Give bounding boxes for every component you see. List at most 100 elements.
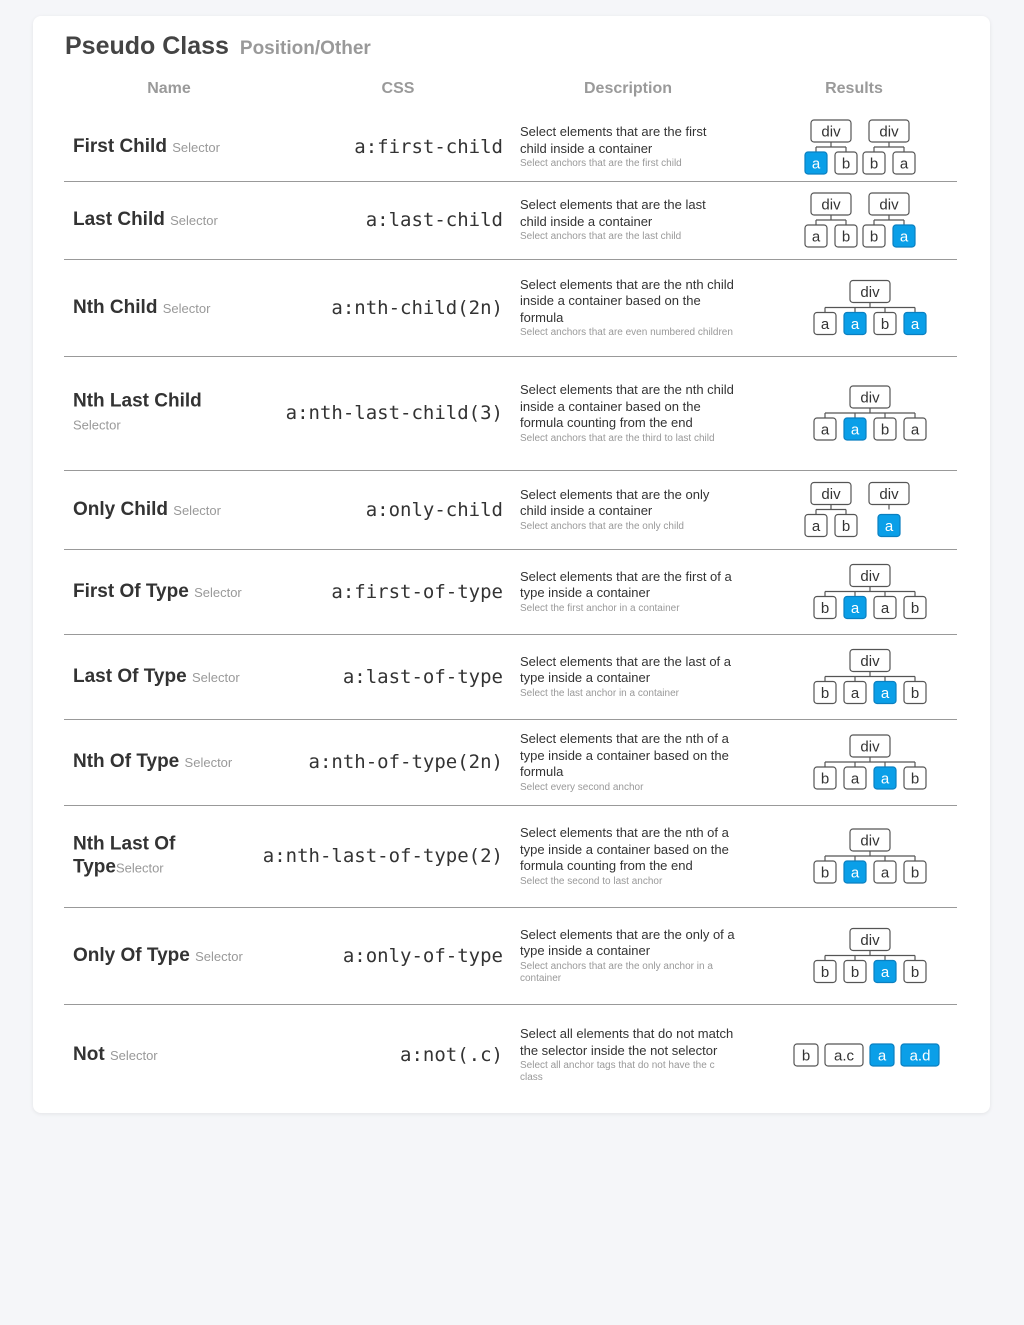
column-header-css: CSS [381, 80, 415, 97]
table-row: First Child Selector a:first-child Selec… [64, 113, 957, 182]
svg-text:a: a [821, 316, 830, 333]
table-row: Not Selector a:not(.c) Select all elemen… [64, 1004, 957, 1106]
tree-svg: diva bdivb a [804, 192, 916, 248]
css-selector: a:last-of-type [342, 665, 503, 688]
tree-svg: div b a a b [813, 648, 927, 705]
node-b: b [813, 766, 837, 790]
description-note: Select anchors that are the first child [520, 158, 682, 169]
node-a: a [903, 417, 927, 441]
description: Select elements that are the nth of a ty… [520, 825, 736, 888]
table-header: Name CSS Description Results [33, 80, 990, 104]
svg-text:b: b [821, 964, 829, 981]
node-div: div [868, 119, 910, 143]
result-diagram: div a b div b a [784, 113, 957, 181]
description: Select elements that are the last of a t… [520, 654, 736, 700]
css-selector: a:only-child [365, 498, 503, 521]
description-note: Select anchors that are the third to las… [520, 432, 715, 444]
description-text: Select elements that are the nth of a ty… [520, 730, 729, 779]
css-selector: a:nth-of-type(2n) [308, 751, 503, 773]
svg-text:a.c: a.c [834, 1048, 855, 1065]
result-diagram: div b a a b [784, 634, 957, 719]
description: Select elements that are the first child… [520, 124, 736, 170]
svg-text:b: b [870, 229, 878, 246]
description: Select elements that are the first of a … [520, 569, 736, 615]
node-b: b [813, 959, 837, 984]
svg-text:a: a [812, 518, 821, 535]
svg-text:b: b [821, 865, 829, 882]
description: Select elements that are the nth child i… [520, 382, 736, 445]
svg-text:a: a [851, 316, 860, 333]
node-div: div [868, 481, 910, 506]
svg-text:a: a [812, 229, 821, 246]
description-note: Select anchors that are the last child [520, 231, 682, 242]
node-b: b [843, 959, 867, 984]
description-text: Select elements that are the last of a t… [520, 653, 732, 686]
selector-name: Only Of Type Selector [73, 944, 273, 968]
svg-text:div: div [860, 568, 880, 585]
tree-svg: diva a b a [813, 279, 927, 336]
description: Select elements that are the last child … [520, 197, 736, 243]
node-b: b [903, 766, 927, 790]
selector-name: Last Child Selector [73, 208, 273, 232]
node-div: div [810, 481, 852, 506]
node-a: a [873, 680, 897, 705]
node-a-d: a.d [900, 1043, 940, 1067]
description: Select elements that are the nth child i… [520, 276, 736, 339]
node-b: b [834, 513, 858, 538]
node-a: a [892, 151, 916, 175]
result-diagram: div a b div b a [784, 181, 957, 259]
svg-text:b: b [821, 685, 829, 702]
css-selector: a:only-of-type [342, 944, 503, 967]
css-selector: a:nth-child(2n) [331, 296, 503, 319]
table-row: Only Child Selector a:only-child Select … [64, 470, 957, 550]
selector-name: Only Child Selector [73, 498, 273, 522]
column-header-results: Results [825, 80, 883, 97]
node-b: b [862, 224, 886, 248]
svg-text:a: a [885, 518, 894, 535]
description-text: Select all elements that do not match th… [520, 1026, 734, 1058]
node-a: a [813, 311, 837, 336]
node-b: b [813, 860, 837, 884]
node-a: a [873, 959, 897, 984]
node-a: a [843, 417, 867, 441]
svg-text:a: a [911, 316, 920, 333]
node-a-c: a.c [824, 1043, 864, 1067]
svg-text:b: b [881, 316, 889, 333]
description-text: Select elements that are the nth of a ty… [520, 824, 729, 873]
tree-svg: divb b a b [813, 927, 927, 984]
node-b: b [834, 151, 858, 175]
selector-name: Nth Child Selector [73, 296, 273, 320]
result-diagram: div a b div a [784, 470, 957, 549]
description-note: Select the first anchor in a container [520, 602, 680, 614]
css-selector: a:nth-last-of-type(2) [262, 845, 503, 867]
node-div: div [849, 927, 891, 952]
selector-name-text: First Of Type [73, 580, 189, 602]
node-a: a [843, 680, 867, 705]
node-div: div [810, 119, 852, 143]
selector-name-text: Nth Child [73, 296, 158, 318]
node-a: a [843, 860, 867, 884]
svg-text:b: b [911, 685, 919, 702]
svg-text:a: a [851, 865, 860, 882]
node-div: div [810, 192, 852, 216]
svg-text:a: a [878, 1048, 887, 1065]
node-b: b [903, 680, 927, 705]
description-note: Select all anchor tags that do not have … [520, 1060, 715, 1083]
description-text: Select elements that are the first child… [520, 124, 707, 156]
description: Select all elements that do not match th… [520, 1026, 736, 1084]
svg-text:div: div [860, 833, 880, 850]
svg-text:a: a [911, 422, 920, 439]
description-note: Select anchors that are even numbered ch… [520, 326, 733, 338]
description: Select elements that are the only child … [520, 487, 736, 533]
css-selector: a:first-of-type [331, 580, 503, 603]
node-div: div [849, 734, 891, 758]
selector-name: First Of Type Selector [73, 580, 273, 604]
svg-text:div: div [879, 124, 899, 141]
selector-name-text: Only Child [73, 498, 168, 520]
svg-text:div: div [879, 197, 899, 214]
selector-word: Selector [173, 502, 221, 518]
svg-text:b: b [821, 600, 829, 617]
tree-svg: b a.c a a.d [793, 1043, 940, 1067]
selector-name: Not Selector [73, 1043, 273, 1067]
svg-text:b: b [842, 156, 850, 173]
